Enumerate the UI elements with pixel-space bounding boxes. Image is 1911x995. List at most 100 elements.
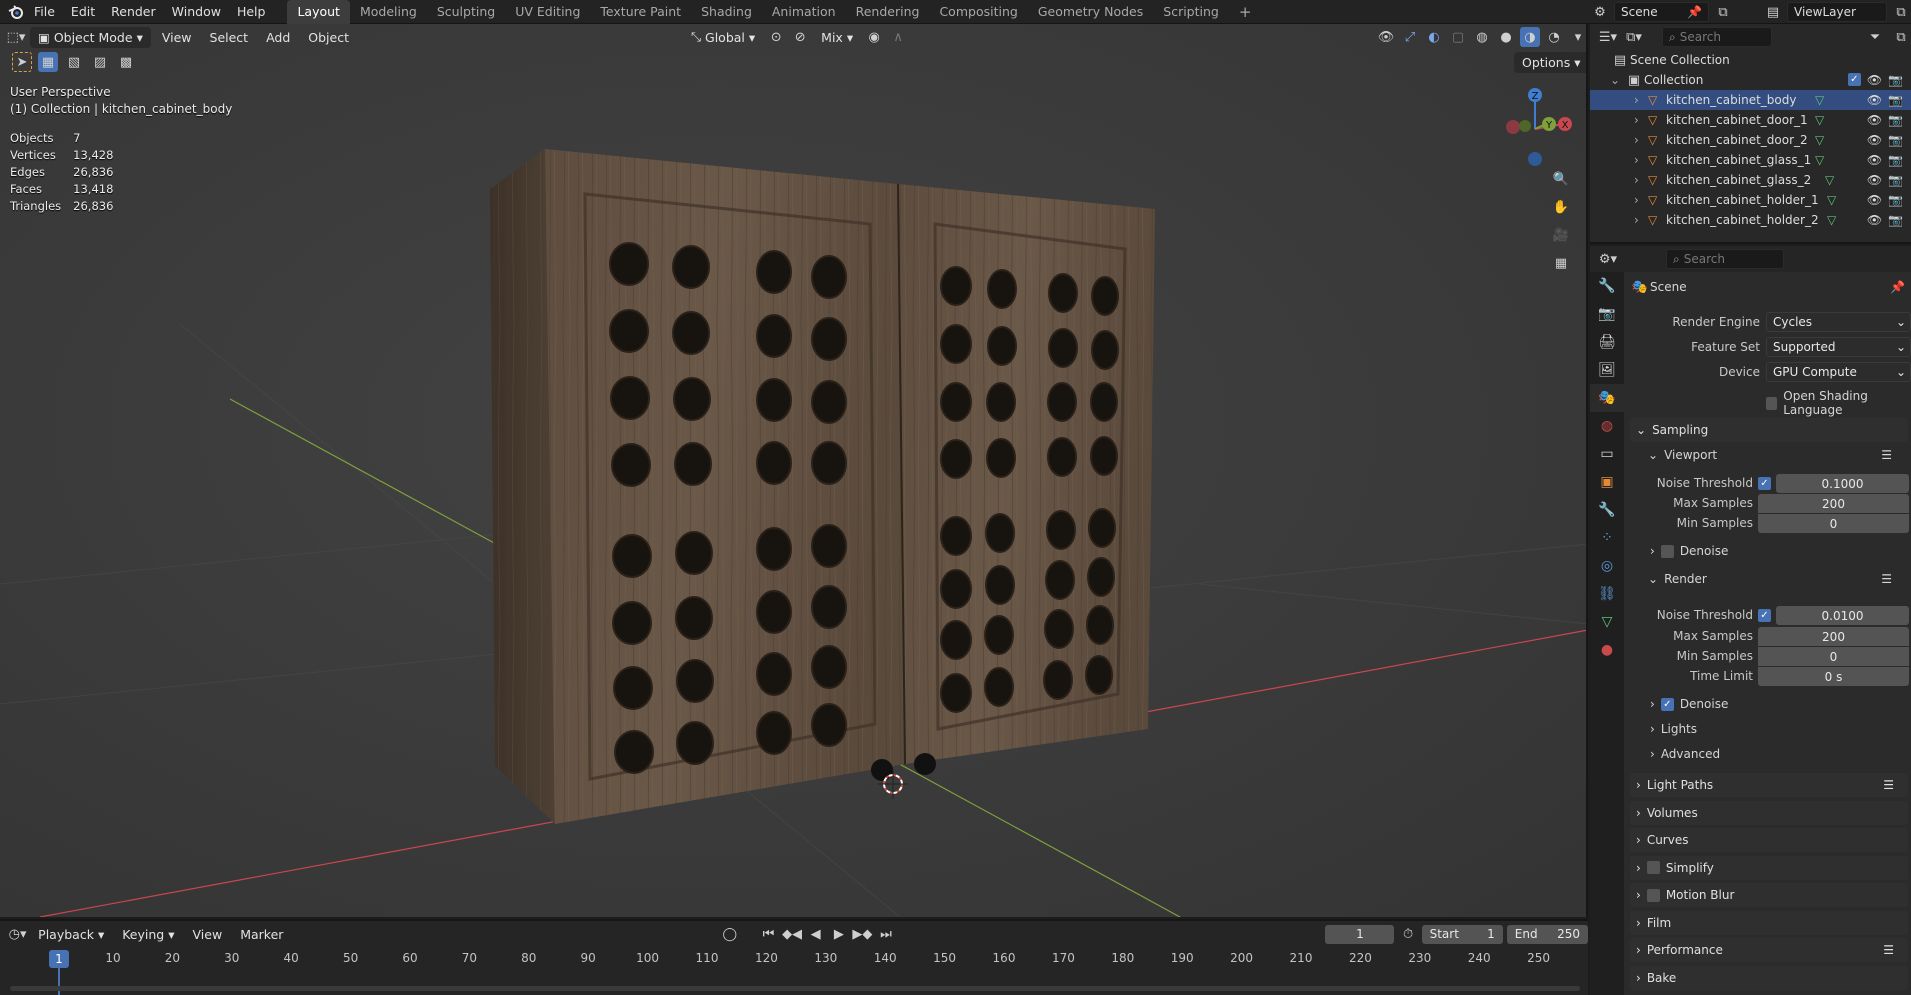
proportional-edit-icon[interactable]: ◉ — [864, 27, 884, 47]
workspace-tab-compositing[interactable]: Compositing — [929, 0, 1027, 24]
workspace-tab-animation[interactable]: Animation — [762, 0, 846, 24]
world-tab-icon[interactable]: ◍ — [1590, 412, 1624, 440]
shading-options-icon[interactable]: ▾ — [1568, 27, 1586, 47]
workspace-tab-rendering[interactable]: Rendering — [846, 0, 930, 24]
expand-chevron-icon[interactable]: › — [1634, 173, 1648, 187]
select-new-icon[interactable]: ▦ — [38, 52, 58, 72]
camera-render-icon[interactable]: 📷 — [1888, 153, 1903, 167]
physics-tab-icon[interactable]: ◎ — [1590, 552, 1624, 580]
workspace-tab-shading[interactable]: Shading — [691, 0, 762, 24]
panel-film[interactable]: › Film — [1630, 910, 1908, 935]
viewlayer-name-field[interactable]: ViewLayer — [1787, 2, 1887, 22]
select-extend-icon[interactable]: ▧ — [64, 52, 84, 72]
expand-chevron-icon[interactable]: › — [1634, 193, 1648, 207]
shading-wireframe-icon[interactable]: ◍ — [1472, 27, 1492, 47]
camera-render-icon[interactable]: 📷 — [1888, 173, 1903, 187]
camera-render-icon[interactable]: 📷 — [1888, 93, 1903, 107]
outliner-editor-icon[interactable]: ☰▾ — [1598, 27, 1618, 47]
scene-name-field[interactable]: Scene 📌 — [1614, 2, 1709, 22]
collection-tab-icon[interactable]: ▭ — [1590, 440, 1624, 468]
pin-icon[interactable]: 📌 — [1890, 280, 1905, 294]
select-invert-icon[interactable]: ▩ — [116, 52, 136, 72]
display-mode-icon[interactable]: ⧉▾ — [1624, 27, 1644, 47]
shading-material-icon[interactable]: ◑ — [1520, 27, 1540, 47]
shading-rendered-icon[interactable]: ◔ — [1544, 27, 1564, 47]
tool-tab-icon[interactable]: 🔧 — [1590, 272, 1624, 300]
panel-volumes[interactable]: › Volumes — [1630, 800, 1908, 825]
collapse-chevron-icon[interactable]: ⌄ — [1610, 73, 1624, 87]
r-noise-threshold-checkbox[interactable]: ✓ — [1758, 609, 1771, 622]
osl-checkbox[interactable] — [1766, 396, 1778, 410]
zoom-icon[interactable]: 🔍 — [1551, 169, 1571, 189]
presets-list-icon[interactable]: ☰ — [1883, 943, 1894, 957]
pivot-icon[interactable]: ⊙ — [766, 27, 786, 47]
eye-icon[interactable]: 👁 — [1867, 93, 1882, 107]
viewport-subpanel-header[interactable]: ⌄ Viewport ☰ — [1642, 444, 1908, 466]
outliner-item[interactable]: › ▽ kitchen_cabinet_door_1 ▽ 👁 📷 — [1590, 110, 1911, 130]
vp-min-samples-field[interactable]: 0 — [1758, 514, 1909, 533]
vp-denoise-row[interactable]: › Denoise — [1650, 544, 1728, 558]
frame-ruler[interactable]: 1 10 20 30 40 50 60 70 80 90 100 110 120 130 140 150 16… — [0, 921, 1588, 995]
menu-edit[interactable]: Edit — [63, 0, 103, 24]
r-denoise-row[interactable]: › ✓ Denoise — [1650, 697, 1728, 711]
device-dropdown[interactable]: GPU Compute ⌄ — [1766, 362, 1911, 382]
overlay-toggle-icon[interactable]: ◐ — [1424, 27, 1444, 47]
data-tab-icon[interactable]: ▽ — [1590, 608, 1624, 636]
sampling-panel-header[interactable]: ⌄ Sampling — [1630, 418, 1908, 442]
eye-icon[interactable]: 👁 — [1867, 133, 1882, 147]
camera-render-icon[interactable]: 📷 — [1888, 113, 1903, 127]
expand-chevron-icon[interactable]: › — [1634, 93, 1648, 107]
expand-chevron-icon[interactable]: › — [1634, 213, 1648, 227]
menu-object[interactable]: Object — [301, 28, 356, 47]
transform-orientation[interactable]: ⤡ Global ▾ — [684, 27, 762, 47]
new-viewlayer-icon[interactable]: ⧉ — [1891, 2, 1911, 22]
panel-curves[interactable]: › Curves — [1630, 828, 1908, 852]
constraints-tab-icon[interactable]: ⛓ — [1590, 580, 1624, 608]
editor-type-icon[interactable]: ⬚▾ — [6, 27, 26, 47]
outliner-collection[interactable]: ⌄ ▣ Collection ✓ 👁 📷 — [1590, 70, 1911, 90]
snap-icon[interactable]: ⊘ — [790, 27, 810, 47]
lights-subpanel[interactable]: › Lights — [1650, 722, 1697, 736]
eye-icon[interactable]: 👁 — [1867, 173, 1882, 187]
eye-icon[interactable]: 👁 — [1867, 73, 1882, 87]
viewlayer-selector[interactable]: ▤ ViewLayer ⧉ — [1763, 2, 1911, 22]
menu-render[interactable]: Render — [103, 0, 164, 24]
pin-icon[interactable]: 📌 — [1687, 5, 1702, 19]
r-noise-threshold-field[interactable]: 0.0100 — [1776, 606, 1909, 625]
outliner-item[interactable]: › ▽ kitchen_cabinet_glass_1 ▽ 👁 📷 — [1590, 150, 1911, 170]
camera-render-icon[interactable]: 📷 — [1888, 73, 1903, 87]
presets-list-icon[interactable]: ☰ — [1881, 572, 1892, 586]
workspace-tab-sculpting[interactable]: Sculpting — [427, 0, 505, 24]
r-time-limit-field[interactable]: 0 s — [1758, 667, 1909, 686]
panel-bake[interactable]: › Bake — [1630, 965, 1908, 990]
outliner-item[interactable]: › ▽ kitchen_cabinet_holder_1 ▽ 👁 📷 — [1590, 190, 1911, 210]
modifier-tab-icon[interactable]: 🔧 — [1590, 496, 1624, 524]
render-tab-icon[interactable]: 📷 — [1590, 300, 1624, 328]
feature-set-dropdown[interactable]: Supported ⌄ — [1766, 337, 1911, 357]
presets-list-icon[interactable]: ☰ — [1881, 448, 1892, 462]
render-engine-dropdown[interactable]: Cycles ⌄ — [1766, 312, 1911, 332]
menu-window[interactable]: Window — [164, 0, 229, 24]
vp-noise-threshold-checkbox[interactable]: ✓ — [1758, 477, 1771, 490]
r-max-samples-field[interactable]: 200 — [1758, 627, 1909, 646]
visibility-icon[interactable]: 👁 — [1376, 27, 1396, 47]
collection-include-checkbox[interactable]: ✓ — [1847, 73, 1861, 86]
timeline-scrollbar[interactable] — [10, 986, 1580, 991]
xray-icon[interactable]: ▢ — [1448, 27, 1468, 47]
pan-hand-icon[interactable]: ✋ — [1551, 197, 1571, 217]
gizmo-toggle-icon[interactable]: ⤢ — [1400, 27, 1420, 47]
camera-view-icon[interactable]: 🎥 — [1551, 225, 1571, 245]
blender-logo-icon[interactable] — [6, 2, 26, 22]
panel-performance[interactable]: › Performance ☰ — [1630, 938, 1908, 962]
eye-icon[interactable]: 👁 — [1867, 213, 1882, 227]
presets-list-icon[interactable]: ☰ — [1883, 778, 1894, 792]
select-subtract-icon[interactable]: ▨ — [90, 52, 110, 72]
new-collection-icon[interactable]: ⧉ — [1891, 27, 1911, 47]
panel-enable-checkbox[interactable] — [1646, 888, 1660, 902]
properties-editor-icon[interactable]: ⚙▾ — [1598, 249, 1618, 269]
scene-tab-icon[interactable]: 🎭 — [1590, 384, 1624, 412]
gizmo-neg-y[interactable] — [1519, 120, 1531, 132]
workspace-tab-scripting[interactable]: Scripting — [1153, 0, 1229, 24]
expand-chevron-icon[interactable]: › — [1634, 153, 1648, 167]
menu-view[interactable]: View — [155, 28, 199, 47]
